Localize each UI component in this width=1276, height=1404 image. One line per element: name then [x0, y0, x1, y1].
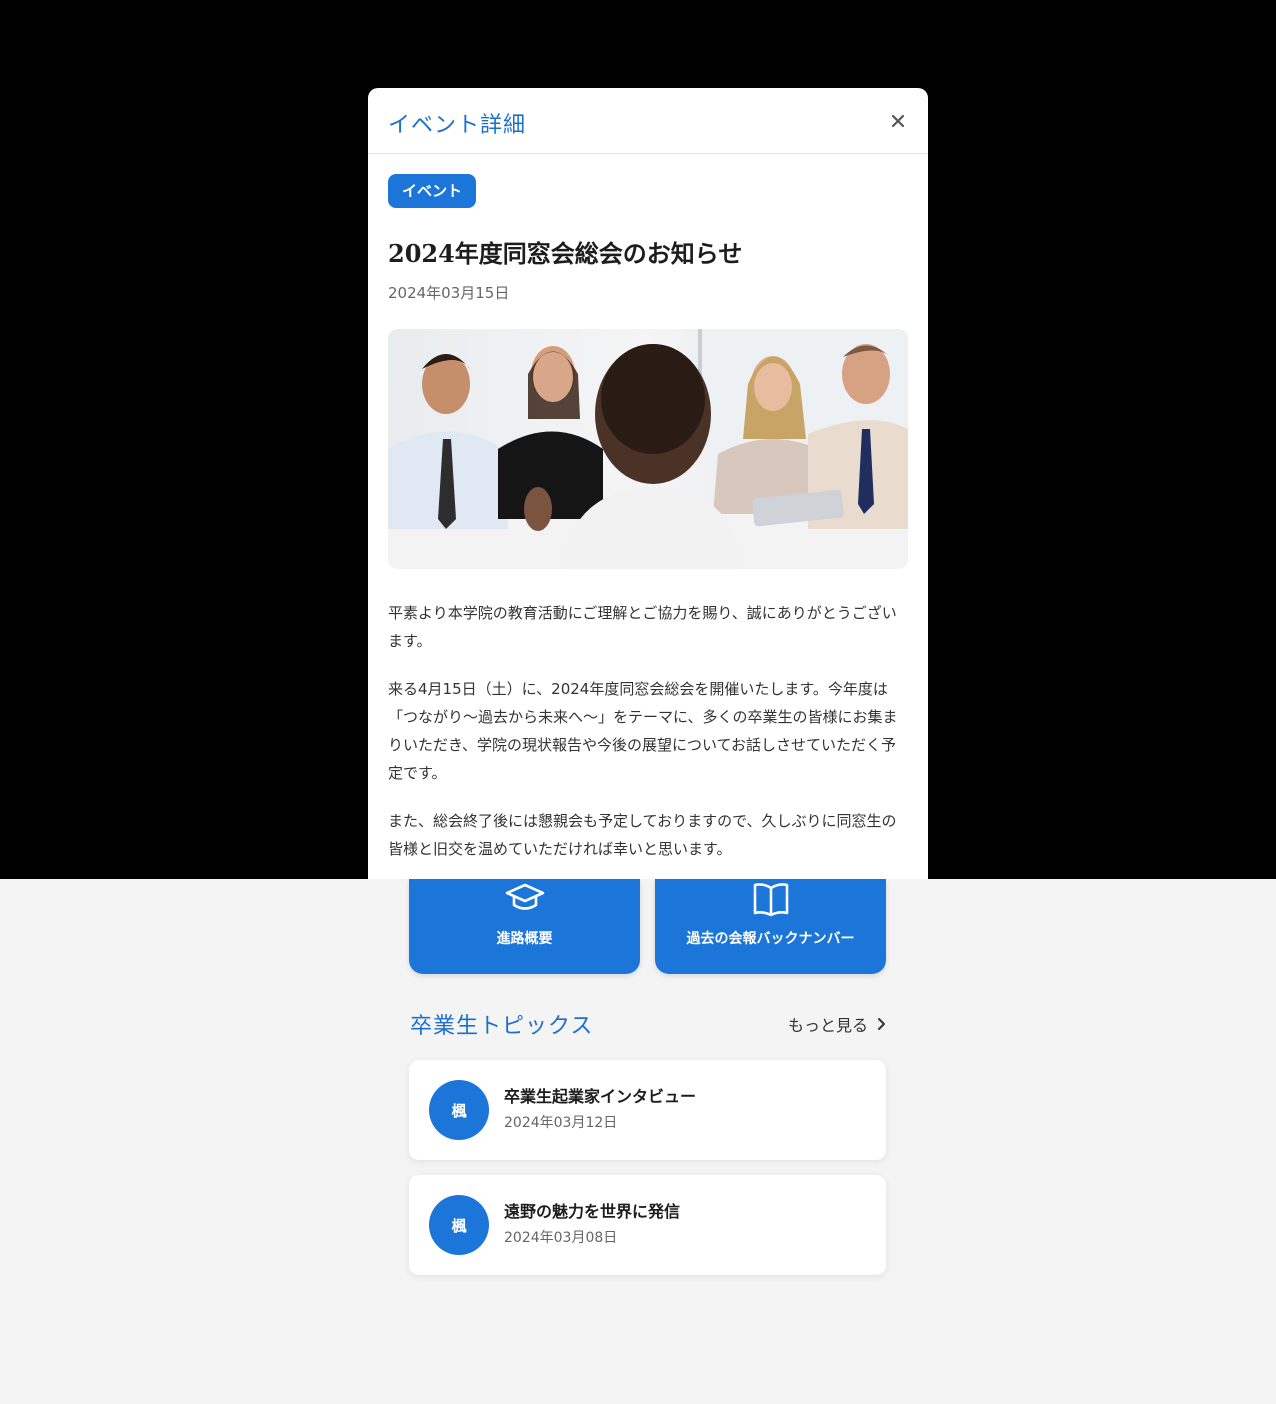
see-more-link[interactable]: もっと見る — [788, 1012, 886, 1036]
career-summary-label: 進路概要 — [496, 931, 553, 947]
newsletter-archive-label: 過去の会報バックナンバー — [686, 931, 855, 947]
modal-header: イベント詳細 — [368, 88, 928, 154]
topic-date: 2024年03月12日 — [504, 1115, 618, 1131]
event-description-2: 来る4月15日（土）に、2024年度同窓会総会を開催いたします。今年度は「つなが… — [388, 675, 908, 787]
topic-card[interactable]: 楓 遠野の魅力を世界に発信 2024年03月08日 — [409, 1175, 886, 1275]
avatar: 楓 — [429, 1195, 489, 1255]
paragraph: 来る4月15日（土）に、2024年度同窓会総会を開催いたします。今年度は「つなが… — [388, 680, 898, 782]
chevron-right-icon — [878, 1018, 885, 1030]
event-photo — [388, 329, 908, 569]
see-more-label: もっと見る — [787, 1016, 868, 1035]
event-description: 平素より本学院の教育活動にご理解とご協力を賜り、誠にありがとうございます。 — [388, 599, 908, 655]
graduation-cap-icon — [505, 883, 544, 910]
topic-date: 2024年03月08日 — [504, 1230, 618, 1246]
topic-title: 遠野の魅力を世界に発信 — [504, 1202, 681, 1221]
topics-section-title: 卒業生トピックス — [410, 1014, 594, 1039]
category-badge: イベント — [388, 174, 477, 208]
event-description-3: また、総会終了後には懇親会も予定しておりますので、久しぶりに同窓生の皆様と旧交を… — [388, 807, 908, 863]
topic-card[interactable]: 楓 卒業生起業家インタビュー 2024年03月12日 — [409, 1060, 886, 1160]
newsletter-archive-button[interactable]: 過去の会報バックナンバー — [655, 879, 886, 974]
modal-title: イベント詳細 — [388, 113, 527, 138]
open-book-icon — [753, 883, 788, 917]
event-date: 2024年03月15日 — [388, 284, 510, 302]
avatar: 楓 — [429, 1080, 489, 1140]
topic-title: 卒業生起業家インタビュー — [504, 1087, 697, 1106]
close-button[interactable] — [888, 111, 908, 131]
paragraph: 平素より本学院の教育活動にご理解とご協力を賜り、誠にありがとうございます。 — [388, 604, 897, 650]
event-detail-modal: イベント詳細 イベント 2024年度同窓会総会のお知らせ 2024年03月15日 — [368, 88, 928, 879]
modal-body: イベント 2024年度同窓会総会のお知らせ 2024年03月15日 平素より本学… — [368, 154, 928, 863]
paragraph: また、総会終了後には懇親会も予定しておりますので、久しぶりに同窓生の皆様と旧交を… — [388, 812, 897, 858]
career-summary-button[interactable]: 進路概要 — [409, 879, 640, 974]
event-title: 2024年度同窓会総会のお知らせ — [388, 239, 743, 268]
close-icon — [891, 114, 905, 128]
